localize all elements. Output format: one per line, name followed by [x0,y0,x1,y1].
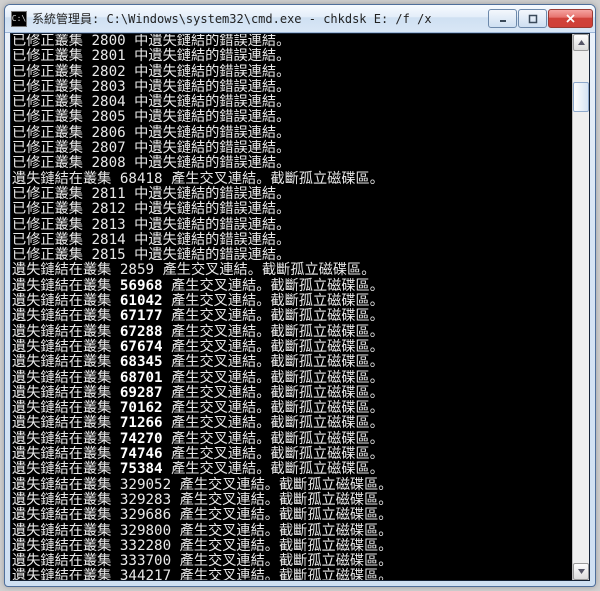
title-bar[interactable]: C:\ 系統管理員: C:\Windows\system32\cmd.exe -… [5,5,595,33]
scroll-up-button[interactable] [573,34,589,51]
window-button-group [487,9,593,28]
vertical-scrollbar[interactable] [572,34,589,580]
cmd-icon: C:\ [11,11,27,27]
window-title: 系統管理員: C:\Windows\system32\cmd.exe - chk… [32,10,487,27]
scroll-thumb[interactable] [573,82,589,113]
close-button[interactable] [548,9,593,28]
client-area: 已修正叢集 2800 中遺失鏈結的錯誤連結。已修正叢集 2801 中遺失鏈結的錯… [10,33,590,581]
minimize-button[interactable] [488,9,517,28]
command-prompt-window: C:\ 系統管理員: C:\Windows\system32\cmd.exe -… [4,4,596,587]
maximize-button[interactable] [518,9,547,28]
scroll-track[interactable] [573,51,589,563]
terminal-output[interactable]: 已修正叢集 2800 中遺失鏈結的錯誤連結。已修正叢集 2801 中遺失鏈結的錯… [11,34,572,580]
scroll-down-button[interactable] [573,563,589,580]
